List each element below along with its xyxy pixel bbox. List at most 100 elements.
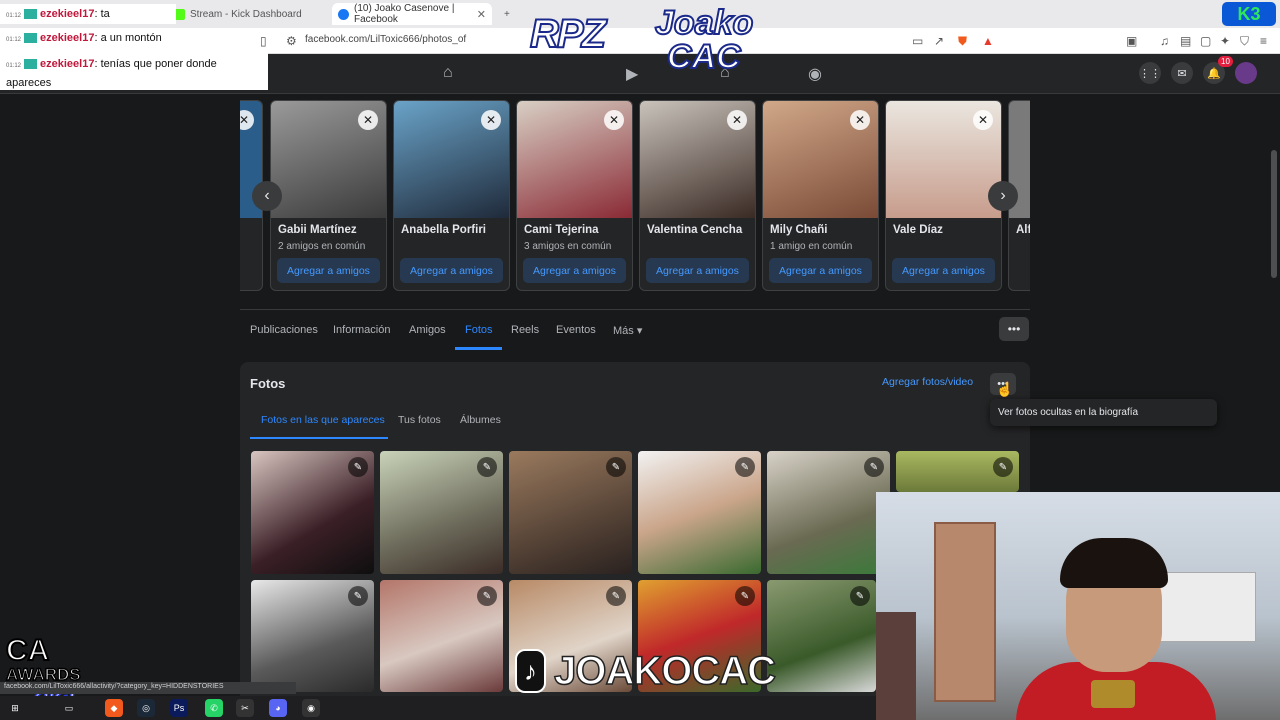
edit-pencil-icon[interactable]: ✎ [735,457,755,477]
suggestion-name[interactable]: Anabella Porfiri [401,224,509,236]
apps-menu-icon[interactable]: ⋮⋮ [1139,62,1161,84]
chat-badge-icon [24,59,38,70]
photo-tile[interactable]: ✎ [767,580,876,692]
media-icon[interactable]: ♫ [1160,34,1169,48]
extension-icon[interactable]: ✦ [1220,34,1230,48]
video-icon[interactable]: ▶ [626,64,638,84]
photoshop-app-icon[interactable]: Ps [170,699,188,717]
add-friend-button[interactable]: Agregar a amigos [769,258,872,283]
dismiss-icon[interactable]: ✕ [358,110,378,130]
subtab-your-photos[interactable]: Tus fotos [398,414,441,426]
wallet-icon[interactable]: ▢ [1200,34,1211,48]
photo-tile[interactable]: ✎ [380,451,503,574]
edit-pencil-icon[interactable]: ✎ [606,457,626,477]
edit-pencil-icon[interactable]: ✎ [864,457,884,477]
tab-amigos[interactable]: Amigos [409,324,446,336]
suggestion-name[interactable]: Gabii Martínez [278,224,386,236]
mutual-friends: 3 amigos en común [524,241,612,252]
photo-tile[interactable]: ✎ [767,451,890,574]
dismiss-icon[interactable]: ✕ [481,110,501,130]
mutual-friends: 2 amigos en común [278,241,366,252]
stream-logo-right: Joako CAC [654,4,754,76]
profile-tabs: Publicaciones Información Amigos Fotos R… [240,309,1030,350]
tab-informacion[interactable]: Información [333,324,390,336]
add-friend-button[interactable]: Agregar a amigos [523,258,626,283]
whatsapp-app-icon[interactable]: ✆ [205,699,223,717]
obs-app-icon[interactable]: ◉ [302,699,320,717]
dismiss-icon[interactable]: ✕ [727,110,747,130]
discord-app-icon[interactable]: ◕ [269,699,287,717]
add-photos-link[interactable]: Agregar fotos/video [882,376,973,388]
photo-tile[interactable]: ✎ [380,580,503,692]
share-icon[interactable]: ↗ [934,34,944,48]
account-avatar[interactable] [1235,62,1257,84]
edit-pencil-icon[interactable]: ✎ [993,457,1013,477]
chat-badge-icon [24,9,38,20]
photo-tile[interactable]: ✎ [509,451,632,574]
photo-tile[interactable]: ✎ [251,580,374,692]
gaming-icon[interactable]: ◉ [808,64,822,84]
cast-icon[interactable]: ▭ [912,34,923,48]
edit-pencil-icon[interactable]: ✎ [606,586,626,606]
tab-publicaciones[interactable]: Publicaciones [250,324,318,336]
add-friend-button[interactable]: Agregar a amigos [277,258,380,283]
brave-app-icon[interactable]: ◆ [105,699,123,717]
brave-rewards-icon[interactable]: ▲ [982,34,994,48]
suggestion-name[interactable]: Valentina Cencha [647,224,755,236]
menu-icon[interactable]: ≡ [1260,34,1267,48]
edit-pencil-icon[interactable]: ✎ [477,586,497,606]
sidebar-toggle-icon[interactable]: ▣ [1126,34,1137,48]
tab-mas[interactable]: Más ▾ [613,324,642,337]
suggestion-name[interactable]: Mily Chañi [770,224,878,236]
messenger-icon[interactable]: ✉ [1171,62,1193,84]
reading-icon[interactable]: ▤ [1180,34,1191,48]
brave-shield-icon[interactable]: ⛊ [958,34,967,49]
tab-eventos[interactable]: Eventos [556,324,596,336]
suggestion-card[interactable]: ✕ Mily Chañi 1 amigo en común Agregar a … [762,100,879,291]
carousel-prev-button[interactable]: ‹ [252,181,282,211]
suggestion-name[interactable]: Alfi [1016,224,1030,236]
vpn-icon[interactable]: ⛉ [1240,34,1249,49]
suggestion-card[interactable]: ✕ Cami Tejerina 3 amigos en común Agrega… [516,100,633,291]
file-explorer-icon[interactable]: ▭ [60,699,78,717]
photo-tile[interactable]: ✎ [251,451,374,574]
profile-more-button[interactable]: ••• [999,317,1029,341]
tab-kick-dashboard[interactable]: Stream - Kick Dashboard [168,3,328,25]
tab-facebook[interactable]: (10) Joako Casenove | Facebook ✕ [332,3,492,25]
suggestion-name[interactable]: Cami Tejerina [524,224,632,236]
add-friend-button[interactable]: Agregar a amigos [892,258,995,283]
carousel-next-button[interactable]: › [988,181,1018,211]
windows-start-icon[interactable]: ⊞ [6,699,24,717]
suggestion-card[interactable]: ✕ Valentina Cencha Agregar a amigos [639,100,756,291]
tab-fotos[interactable]: Fotos [465,324,493,336]
edit-pencil-icon[interactable]: ✎ [348,586,368,606]
new-tab-button[interactable]: + [498,3,516,25]
edit-pencil-icon[interactable]: ✎ [477,457,497,477]
page-scrollbar[interactable] [1271,150,1277,278]
edit-pencil-icon[interactable]: ✎ [850,586,870,606]
home-icon[interactable]: ⌂ [443,64,453,82]
photo-tile[interactable]: ✎ [638,451,761,574]
suggestion-card[interactable]: ✕ Vale Díaz Agregar a amigos [885,100,1002,291]
url-field[interactable]: facebook.com/LilToxic666/photos_of [305,34,466,45]
close-tab-icon[interactable]: ✕ [477,8,486,21]
photo-tile[interactable]: ✎ [896,451,1019,492]
site-info-icon[interactable]: ⚙ [286,34,297,48]
suggestion-card[interactable]: ✕ Anabella Porfiri Agregar a amigos [393,100,510,291]
add-friend-button[interactable]: Agregar a amigos [400,258,503,283]
suggestion-card[interactable]: ✕ Gabii Martínez 2 amigos en común Agreg… [270,100,387,291]
dismiss-icon[interactable]: ✕ [973,110,993,130]
steam-app-icon[interactable]: ◎ [137,699,155,717]
suggestion-name[interactable]: Vale Díaz [893,224,1001,236]
edit-pencil-icon[interactable]: ✎ [348,457,368,477]
add-friend-button[interactable]: Agregar a amigos [646,258,749,283]
capcut-app-icon[interactable]: ✂ [236,699,254,717]
dismiss-icon[interactable]: ✕ [850,110,870,130]
tab-reels[interactable]: Reels [511,324,539,336]
edit-pencil-icon[interactable]: ✎ [735,586,755,606]
bookmark-icon[interactable]: ▯ [260,34,267,48]
subtab-albums[interactable]: Álbumes [460,414,501,426]
subtab-tagged[interactable]: Fotos en las que apareces [261,414,385,426]
hidden-photos-tooltip[interactable]: Ver fotos ocultas en la biografía [990,399,1217,426]
dismiss-icon[interactable]: ✕ [604,110,624,130]
